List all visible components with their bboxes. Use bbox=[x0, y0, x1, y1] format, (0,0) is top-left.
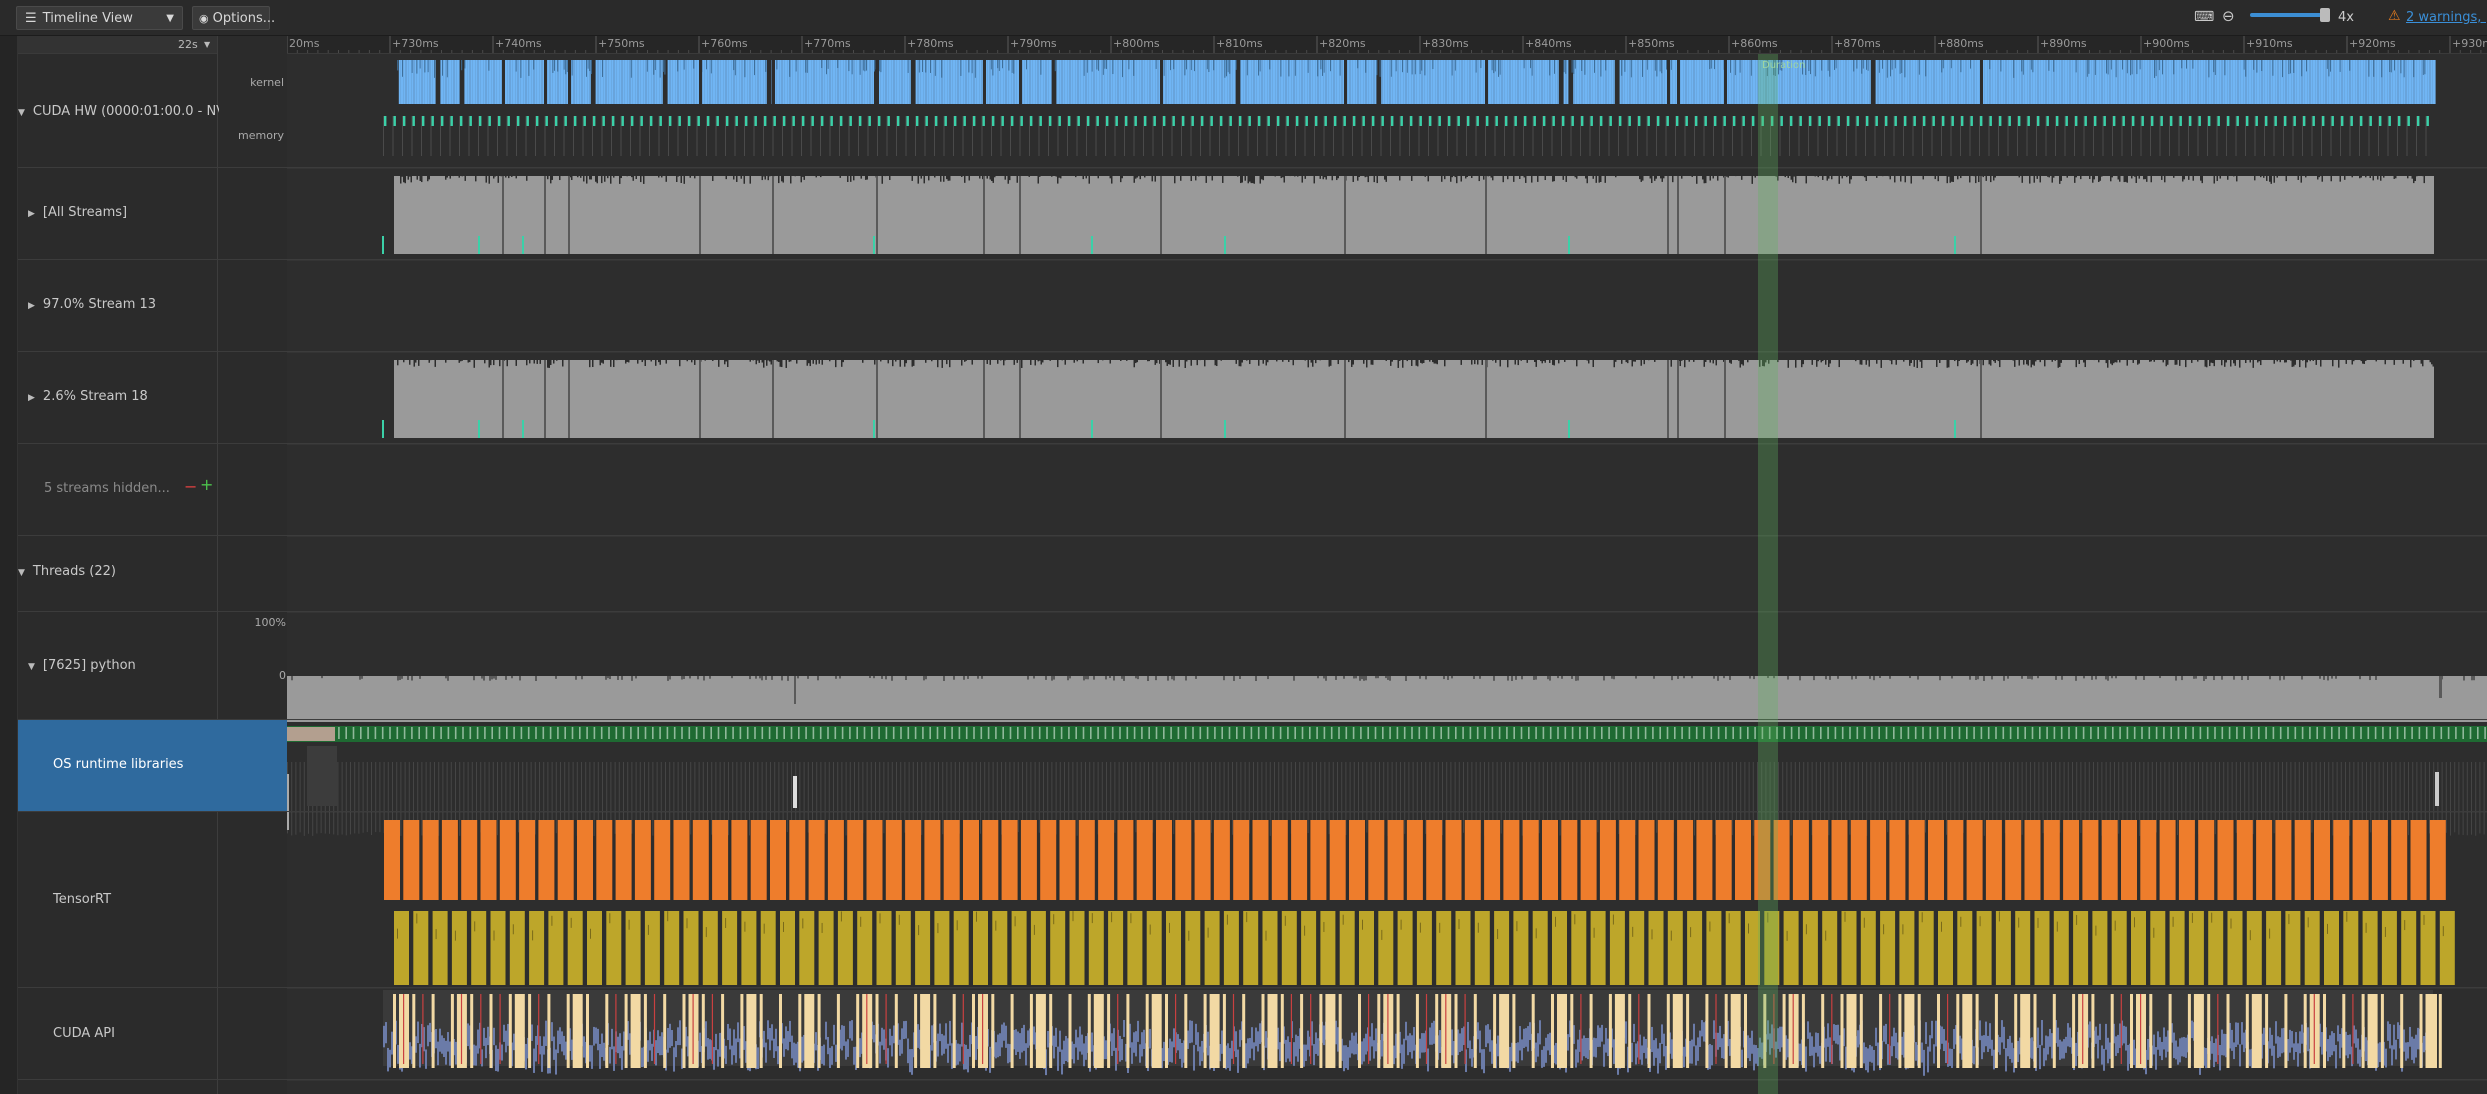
zoom-level: 4x bbox=[2338, 10, 2354, 25]
ruler-tick-label: +780ms bbox=[907, 37, 954, 50]
ruler-tick-label: +880ms bbox=[1937, 37, 1984, 50]
time-ruler[interactable]: 20ms +730ms +740ms +750ms +760ms +770ms +780ms… bbox=[287, 36, 2487, 54]
options-button[interactable]: ◉ Options... bbox=[192, 6, 275, 30]
hamburger-icon: ☰ bbox=[25, 10, 37, 26]
ruler-tick-label: +750ms bbox=[598, 37, 645, 50]
view-menu-button[interactable]: ☰ Timeline View ▼ bbox=[16, 6, 183, 30]
ruler-tick-label: +830ms bbox=[1422, 37, 1469, 50]
ruler-tick-label: +840ms bbox=[1525, 37, 1572, 50]
ruler-tick-label: +850ms bbox=[1628, 37, 1675, 50]
ruler-tick-label: +730ms bbox=[392, 37, 439, 50]
ruler-tick-label: +930ms bbox=[2452, 37, 2487, 50]
warnings-link[interactable]: 2 warnings, 15... bbox=[2406, 10, 2486, 25]
ruler-tick-label: +740ms bbox=[495, 37, 542, 50]
view-menu-label: Timeline View bbox=[42, 10, 133, 26]
ruler-tick-label: +770ms bbox=[804, 37, 851, 50]
range-selector[interactable]: 22s ▼ bbox=[18, 36, 217, 54]
toolbar: ☰ Timeline View ▼ ◉ Options... ⌨ ⊖ 4x ⚠ … bbox=[0, 0, 2487, 36]
options-label: Options... bbox=[212, 10, 276, 26]
ruler-tick-label: 20ms bbox=[289, 37, 320, 50]
ruler-tick-label: +820ms bbox=[1319, 37, 1366, 50]
ruler-tick-label: +810ms bbox=[1216, 37, 1263, 50]
keyboard-icon[interactable]: ⌨ bbox=[2194, 9, 2214, 25]
ruler-tick-label: +800ms bbox=[1113, 37, 1160, 50]
ruler-tick-label: +870ms bbox=[1834, 37, 1881, 50]
ruler-tick-label: +790ms bbox=[1010, 37, 1057, 50]
left-strip bbox=[0, 36, 18, 1094]
range-label: 22s bbox=[178, 38, 198, 51]
zoom-slider-handle[interactable] bbox=[2320, 8, 2330, 22]
chevron-down-icon: ▼ bbox=[204, 40, 211, 49]
zoom-out-icon[interactable]: ⊖ bbox=[2222, 7, 2235, 25]
ruler-tick-label: +890ms bbox=[2040, 37, 2087, 50]
ruler-tick-label: +910ms bbox=[2246, 37, 2293, 50]
ruler-tick-label: +760ms bbox=[701, 37, 748, 50]
zoom-slider[interactable] bbox=[2250, 13, 2330, 17]
ruler-tick-label: +920ms bbox=[2349, 37, 2396, 50]
eye-icon: ◉ bbox=[199, 11, 209, 25]
ruler-tick-label: +900ms bbox=[2143, 37, 2190, 50]
warning-icon: ⚠ bbox=[2388, 8, 2401, 24]
ruler-tick-label: +860ms bbox=[1731, 37, 1778, 50]
chevron-down-icon: ▼ bbox=[166, 12, 174, 24]
